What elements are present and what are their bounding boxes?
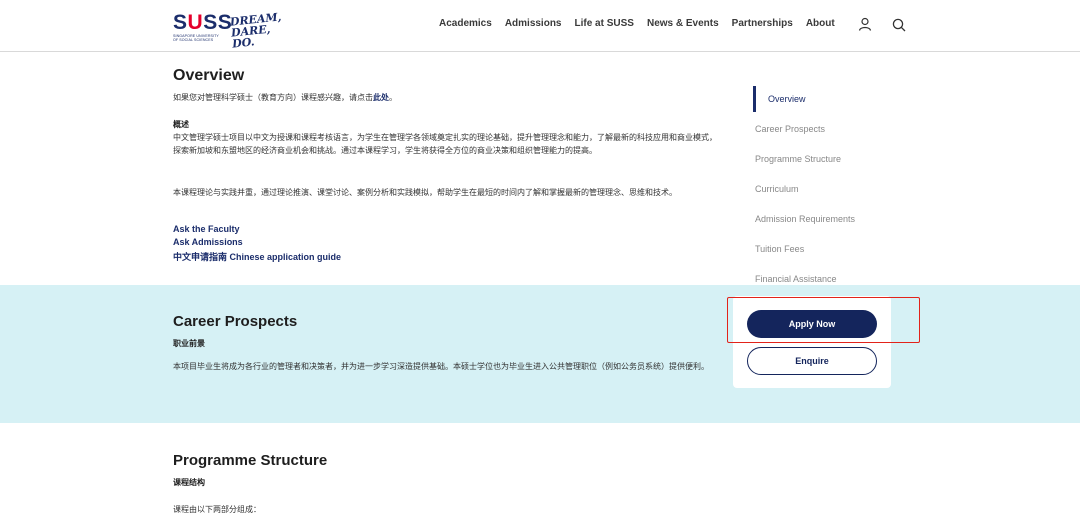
- ask-admissions-link[interactable]: Ask Admissions: [173, 237, 243, 247]
- career-text: 本项目毕业生将成为各行业的管理者和决策者，并为进一步学习深造提供基础。本硕士学位…: [173, 362, 709, 371]
- search-icon[interactable]: [892, 18, 906, 32]
- summary-heading: 概述: [173, 120, 189, 129]
- nav-admissions[interactable]: Admissions: [505, 18, 562, 29]
- site-header: SUSS SINGAPORE UNIVERSITY OF SOCIAL SCIE…: [0, 0, 1080, 52]
- main-nav: Academics Admissions Life at SUSS News &…: [439, 18, 848, 29]
- logo-wordmark: SUSS: [173, 11, 233, 34]
- suss-logo[interactable]: SUSS SINGAPORE UNIVERSITY OF SOCIAL SCIE…: [173, 10, 282, 50]
- overview-paragraph-1: 中文管理学硕士项目以中文为授课和课程考核语言，为学生在管理学各领域奠定扎实的理论…: [173, 133, 717, 155]
- side-nav-overview[interactable]: Overview: [768, 94, 806, 104]
- programme-text: 课程由以下两部分组成：: [173, 505, 261, 514]
- enquire-button[interactable]: Enquire: [747, 347, 877, 375]
- ask-faculty-link[interactable]: Ask the Faculty: [173, 224, 240, 234]
- side-nav-tuition-fees[interactable]: Tuition Fees: [755, 244, 804, 254]
- user-icon[interactable]: [858, 17, 872, 31]
- career-heading: Career Prospects: [173, 313, 298, 330]
- side-nav-programme-structure[interactable]: Programme Structure: [755, 154, 841, 164]
- logo-tagline: DREAM, DARE, DO.: [229, 10, 282, 51]
- programme-heading: Programme Structure: [173, 452, 328, 469]
- chinese-guide-link[interactable]: 中文申请指南 Chinese application guide: [173, 250, 341, 263]
- side-nav-career-prospects[interactable]: Career Prospects: [755, 124, 825, 134]
- logo-subtitle: SINGAPORE UNIVERSITY OF SOCIAL SCIENCES: [173, 34, 219, 42]
- nav-partnerships[interactable]: Partnerships: [732, 18, 793, 29]
- apply-highlight-box: [727, 297, 920, 343]
- overview-intro: 如果您对管理科学硕士（教育方向）课程感兴趣，请点击此处。: [173, 93, 397, 102]
- nav-life-at-suss[interactable]: Life at SUSS: [575, 18, 634, 29]
- overview-heading: Overview: [173, 67, 245, 84]
- intro-here-link[interactable]: 此处: [373, 93, 389, 102]
- nav-about[interactable]: About: [806, 18, 835, 29]
- programme-subtitle: 课程结构: [173, 478, 205, 487]
- side-nav-financial-assistance[interactable]: Financial Assistance: [755, 274, 837, 284]
- side-nav-active-indicator: [753, 86, 756, 112]
- side-nav-curriculum[interactable]: Curriculum: [755, 184, 799, 194]
- career-subtitle: 职业前景: [173, 339, 205, 348]
- overview-paragraph-2: 本课程理论与实践并重，通过理论推演、课堂讨论、案例分析和实践模拟，帮助学生在最短…: [173, 188, 677, 197]
- nav-news-events[interactable]: News & Events: [647, 18, 719, 29]
- side-nav-admission-requirements[interactable]: Admission Requirements: [755, 214, 855, 224]
- nav-academics[interactable]: Academics: [439, 18, 492, 29]
